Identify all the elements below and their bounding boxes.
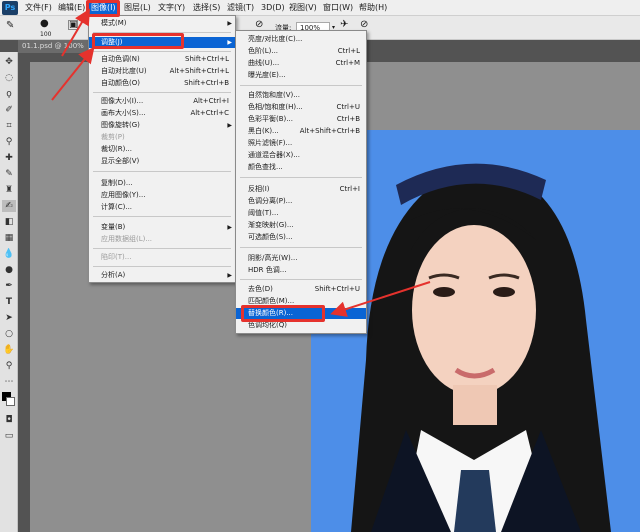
adj-vibrance[interactable]: 自然饱和度(V)...: [236, 90, 366, 101]
pressure-opacity-icon[interactable]: ⊘: [255, 20, 263, 30]
brush-panel-icon[interactable]: ▣: [68, 20, 78, 30]
image-menu-calculations[interactable]: 计算(C)...: [89, 202, 235, 213]
image-menu-trim[interactable]: 裁切(R)...: [89, 144, 235, 155]
adj-levels[interactable]: 色阶(L)... Ctrl+L: [236, 46, 366, 57]
image-menu-auto-contrast[interactable]: 自动对比度(U) Alt+Shift+Ctrl+L: [89, 66, 235, 77]
menu-edit[interactable]: 编辑(E): [55, 0, 88, 16]
eyedropper-tool-icon[interactable]: ⚲: [2, 136, 16, 148]
adj-selective-color[interactable]: 可选颜色(S)...: [236, 232, 366, 243]
brush-size-value: 100: [40, 31, 52, 38]
adj-hdr-toning[interactable]: HDR 色调...: [236, 265, 366, 276]
menu-type[interactable]: 文字(Y): [155, 0, 188, 16]
image-menu-mode[interactable]: 模式(M) ▶: [89, 18, 235, 29]
airbrush-icon[interactable]: ✈: [340, 20, 348, 30]
more-tools-icon[interactable]: ⋯: [2, 376, 16, 388]
adj-gradient-map[interactable]: 渐变映射(G)...: [236, 220, 366, 231]
image-menu-variables[interactable]: 变量(B) ▶: [89, 222, 235, 233]
type-tool-icon[interactable]: T: [2, 296, 16, 308]
brush-preset-icon[interactable]: ●: [40, 19, 49, 29]
brush-tool-icon[interactable]: ✎: [6, 21, 14, 31]
menu-layer[interactable]: 图层(L): [121, 0, 154, 16]
adj-color-lookup[interactable]: 颜色查找...: [236, 162, 366, 173]
image-menu: 模式(M) ▶ 调整(J) ▶ 自动色调(N) Shift+Ctrl+L 自动对比度(…: [88, 15, 236, 283]
background-color-swatch[interactable]: [6, 397, 15, 406]
menu-filter[interactable]: 滤镜(T): [224, 0, 257, 16]
quick-select-tool-icon[interactable]: ✐: [2, 104, 16, 116]
adj-shadows-highlights[interactable]: 阴影/高光(W)...: [236, 253, 366, 264]
adjustments-submenu: 亮度/对比度(C)... 色阶(L)... Ctrl+L 曲线(U)... Ctrl…: [235, 30, 367, 334]
adj-hue-saturation[interactable]: 色相/饱和度(H)... Ctrl+U: [236, 102, 366, 113]
highlight-box-replace-color: [241, 305, 325, 322]
screen-mode-icon[interactable]: ▭: [2, 430, 16, 442]
brush-tool-icon[interactable]: ✎: [2, 168, 16, 180]
image-menu-trap[interactable]: 陷印(T)...: [89, 252, 235, 263]
image-menu-canvas-size[interactable]: 画布大小(S)... Alt+Ctrl+C: [89, 108, 235, 119]
image-menu-auto-color[interactable]: 自动颜色(O) Shift+Ctrl+B: [89, 78, 235, 89]
move-tool-icon[interactable]: ✥: [2, 56, 16, 68]
path-select-tool-icon[interactable]: ➤: [2, 312, 16, 324]
tools-panel: ✥ ◌ ϙ ✐ ⌗ ⚲ ✚ ✎ ♜ ✍ ◧ ▦ 💧 ● ✒ T ➤ ○ ✋ ⚲ …: [0, 52, 18, 532]
adj-brightness-contrast[interactable]: 亮度/对比度(C)...: [236, 34, 366, 45]
adj-desaturate[interactable]: 去色(D) Shift+Ctrl+U: [236, 284, 366, 295]
quick-mask-icon[interactable]: ◘: [2, 414, 16, 426]
adj-threshold[interactable]: 阈值(T)...: [236, 208, 366, 219]
clone-stamp-tool-icon[interactable]: ♜: [2, 184, 16, 196]
history-brush-tool-icon[interactable]: ✍: [2, 200, 16, 212]
zoom-tool-icon[interactable]: ⚲: [2, 360, 16, 372]
lasso-tool-icon[interactable]: ϙ: [2, 88, 16, 100]
image-menu-crop[interactable]: 裁剪(P): [89, 132, 235, 143]
menu-view[interactable]: 视图(V): [286, 0, 320, 16]
photoshop-logo: Ps: [2, 1, 18, 15]
crop-tool-icon[interactable]: ⌗: [2, 120, 16, 132]
highlight-box-image-menu: [86, 0, 120, 17]
menu-window[interactable]: 窗口(W): [320, 0, 356, 16]
image-menu-auto-tone[interactable]: 自动色调(N) Shift+Ctrl+L: [89, 54, 235, 65]
menu-select[interactable]: 选择(S): [190, 0, 223, 16]
menu-file[interactable]: 文件(F): [22, 0, 55, 16]
eraser-tool-icon[interactable]: ◧: [2, 216, 16, 228]
image-menu-apply-image[interactable]: 应用图像(Y)...: [89, 190, 235, 201]
image-menu-duplicate[interactable]: 复制(D)...: [89, 178, 235, 189]
shape-tool-icon[interactable]: ○: [2, 328, 16, 340]
pressure-size-icon[interactable]: ⊘: [360, 20, 368, 30]
adj-curves[interactable]: 曲线(U)... Ctrl+M: [236, 58, 366, 69]
healing-brush-tool-icon[interactable]: ✚: [2, 152, 16, 164]
image-menu-image-size[interactable]: 图像大小(I)... Alt+Ctrl+I: [89, 96, 235, 107]
dodge-tool-icon[interactable]: ●: [2, 264, 16, 276]
adj-invert[interactable]: 反相(I) Ctrl+I: [236, 184, 366, 195]
adj-channel-mixer[interactable]: 通道混合器(X)...: [236, 150, 366, 161]
image-menu-apply-data-set[interactable]: 应用数据组(L)...: [89, 234, 235, 245]
menu-3d[interactable]: 3D(D): [258, 0, 288, 16]
pen-tool-icon[interactable]: ✒: [2, 280, 16, 292]
marquee-tool-icon[interactable]: ◌: [2, 72, 16, 84]
adj-color-balance[interactable]: 色彩平衡(B)... Ctrl+B: [236, 114, 366, 125]
adj-photo-filter[interactable]: 照片滤镜(F)...: [236, 138, 366, 149]
adj-posterize[interactable]: 色调分离(P)...: [236, 196, 366, 207]
image-menu-analysis[interactable]: 分析(A) ▶: [89, 270, 235, 281]
adj-exposure[interactable]: 曝光度(E)...: [236, 70, 366, 81]
adj-black-white[interactable]: 黑白(K)... Alt+Shift+Ctrl+B: [236, 126, 366, 137]
image-menu-reveal-all[interactable]: 显示全部(V): [89, 156, 235, 167]
gradient-tool-icon[interactable]: ▦: [2, 232, 16, 244]
image-menu-rotation[interactable]: 图像旋转(G) ▶: [89, 120, 235, 131]
menu-help[interactable]: 帮助(H): [356, 0, 390, 16]
blur-tool-icon[interactable]: 💧: [2, 248, 16, 260]
hand-tool-icon[interactable]: ✋: [2, 344, 16, 356]
highlight-box-adjustments: [92, 33, 184, 49]
